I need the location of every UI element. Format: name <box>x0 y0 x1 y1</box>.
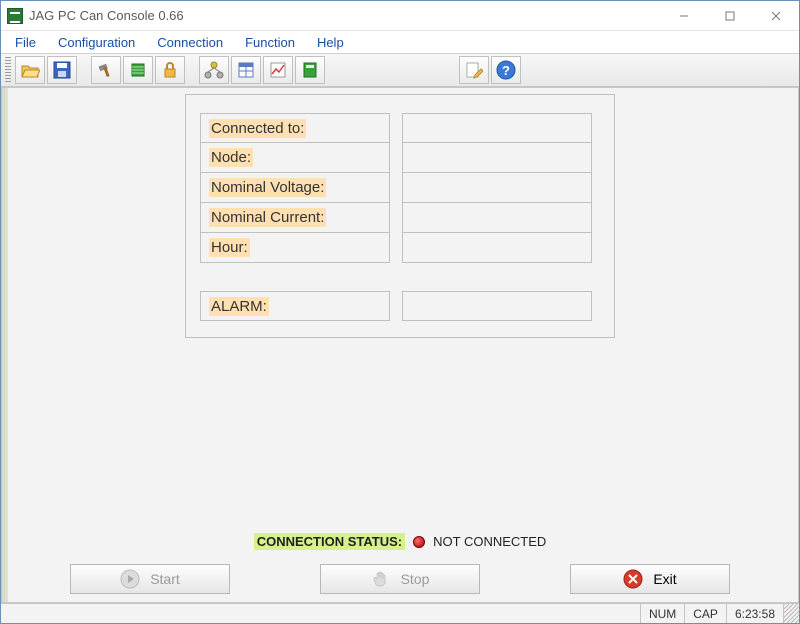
app-icon <box>7 8 23 24</box>
open-folder-icon <box>20 61 40 79</box>
table-button[interactable] <box>231 56 261 84</box>
nodes-button[interactable] <box>199 56 229 84</box>
node-label: Node: <box>200 143 390 173</box>
hammer-icon <box>97 61 115 79</box>
close-circle-icon <box>623 569 643 589</box>
statusbar: NUM CAP 6:23:58 <box>1 603 799 623</box>
hammer-button[interactable] <box>91 56 121 84</box>
alarm-value <box>402 291 592 321</box>
connection-status-label: CONNECTION STATUS: <box>254 533 405 550</box>
chip-icon <box>129 61 147 79</box>
book-icon <box>301 61 319 79</box>
lock-button[interactable] <box>155 56 185 84</box>
play-arrow-icon <box>120 569 140 589</box>
help-button[interactable]: ? <box>491 56 521 84</box>
nominal-current-label: Nominal Current: <box>200 203 390 233</box>
hour-value <box>402 233 592 263</box>
chart-button[interactable] <box>263 56 293 84</box>
hand-stop-icon <box>371 569 391 589</box>
save-button[interactable] <box>47 56 77 84</box>
resize-grip-icon[interactable] <box>783 604 799 623</box>
window-title: JAG PC Can Console 0.66 <box>29 8 184 23</box>
edit-button[interactable] <box>459 56 489 84</box>
menu-connection[interactable]: Connection <box>147 33 233 52</box>
start-button[interactable]: Start <box>70 564 230 594</box>
book-button[interactable] <box>295 56 325 84</box>
connection-status-dot-icon <box>413 536 425 548</box>
start-button-label: Start <box>150 571 180 587</box>
left-edge-decoration <box>2 88 8 602</box>
chart-icon <box>269 61 287 79</box>
menubar: File Configuration Connection Function H… <box>1 31 799 53</box>
menu-function[interactable]: Function <box>235 33 305 52</box>
lock-icon <box>161 61 179 79</box>
hour-label: Hour: <box>200 233 390 263</box>
connected-to-label: Connected to: <box>200 113 390 143</box>
stop-button[interactable]: Stop <box>320 564 480 594</box>
alarm-label: ALARM: <box>200 291 390 321</box>
close-button[interactable] <box>753 1 799 31</box>
stop-button-label: Stop <box>401 571 430 587</box>
nominal-voltage-label: Nominal Voltage: <box>200 173 390 203</box>
menu-file[interactable]: File <box>5 33 46 52</box>
menu-configuration[interactable]: Configuration <box>48 33 145 52</box>
maximize-button[interactable] <box>707 1 753 31</box>
nodes-icon <box>204 61 224 79</box>
menu-help[interactable]: Help <box>307 33 354 52</box>
client-area: Connected to: Node: Nominal Voltage: Nom… <box>1 87 799 603</box>
help-icon: ? <box>496 60 516 80</box>
app-window: JAG PC Can Console 0.66 File Configurati… <box>0 0 800 624</box>
exit-button[interactable]: Exit <box>570 564 730 594</box>
exit-button-label: Exit <box>653 571 676 587</box>
info-panel: Connected to: Node: Nominal Voltage: Nom… <box>185 94 615 338</box>
nominal-voltage-value <box>402 173 592 203</box>
node-value <box>402 143 592 173</box>
status-time: 6:23:58 <box>726 604 783 623</box>
open-button[interactable] <box>15 56 45 84</box>
table-icon <box>237 61 255 79</box>
status-num: NUM <box>640 604 684 623</box>
toolbar: ? <box>1 53 799 87</box>
connection-status-text: NOT CONNECTED <box>433 534 546 549</box>
titlebar: JAG PC Can Console 0.66 <box>1 1 799 31</box>
button-row: Start Stop Exit <box>2 560 798 602</box>
save-icon <box>53 61 71 79</box>
minimize-button[interactable] <box>661 1 707 31</box>
toolbar-grip <box>5 57 11 83</box>
chip-button[interactable] <box>123 56 153 84</box>
connected-to-value <box>402 113 592 143</box>
edit-icon <box>465 61 483 79</box>
status-cap: CAP <box>684 604 726 623</box>
svg-text:?: ? <box>502 63 510 78</box>
nominal-current-value <box>402 203 592 233</box>
connection-status-line: CONNECTION STATUS: NOT CONNECTED <box>2 525 798 560</box>
